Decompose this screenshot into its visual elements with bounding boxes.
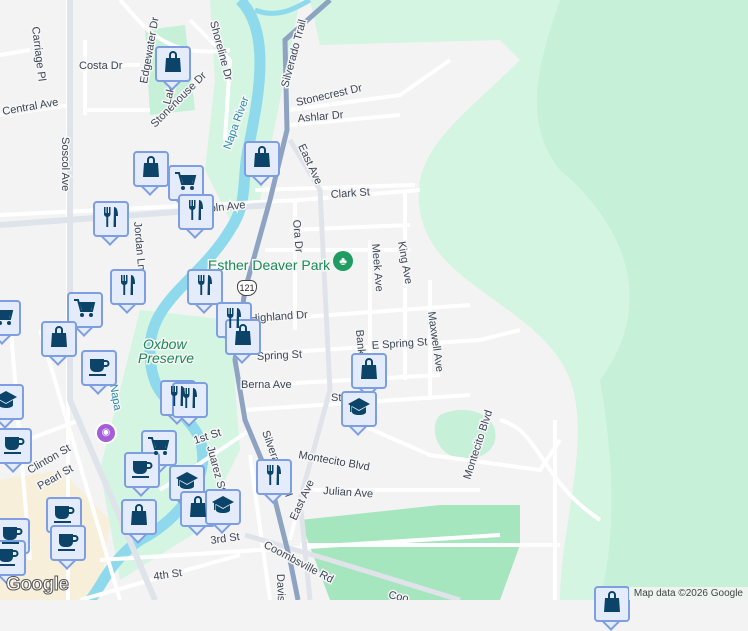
shopping-icon xyxy=(600,590,624,619)
school-marker[interactable] xyxy=(341,391,377,436)
shopping-icon xyxy=(139,155,163,184)
restaurant-marker[interactable] xyxy=(172,382,208,427)
label-4th-st: 4th St xyxy=(153,567,183,583)
label-bank: Bank xyxy=(353,329,367,356)
google-logo: Google xyxy=(5,574,69,596)
marker-box xyxy=(351,353,387,389)
marker-box xyxy=(205,489,241,525)
restaurant-icon xyxy=(193,273,217,302)
shopping-marker[interactable] xyxy=(121,499,157,544)
marker-box xyxy=(121,499,157,535)
shopping-marker[interactable] xyxy=(41,321,77,366)
marker-box xyxy=(155,46,191,82)
marker-box xyxy=(256,459,292,495)
label-berna-ave: Berna Ave xyxy=(241,379,292,391)
grocery-icon xyxy=(0,304,15,333)
label-east-ave-north: East Ave xyxy=(295,142,324,186)
restaurant-icon xyxy=(116,273,140,302)
restaurant-icon xyxy=(99,205,123,234)
marker-box xyxy=(225,319,261,355)
shopping-icon xyxy=(357,357,381,386)
marker-box xyxy=(341,391,377,427)
marker-box xyxy=(110,269,146,305)
label-carriage-pl: Carriage Pl xyxy=(29,26,48,82)
marker-box xyxy=(244,141,280,177)
label-spring-st: Spring St xyxy=(257,349,303,363)
marker-box xyxy=(172,382,208,418)
label-preserve: Preserve xyxy=(138,350,194,366)
shopping-marker[interactable] xyxy=(244,141,280,186)
restaurant-icon xyxy=(184,198,208,227)
shopping-marker[interactable] xyxy=(133,151,169,196)
label-soscol-ave: Soscol Ave xyxy=(59,137,71,191)
school-icon xyxy=(211,493,235,522)
marker-box xyxy=(0,300,21,336)
restaurant-marker[interactable] xyxy=(93,201,129,246)
restaurant-marker[interactable] xyxy=(256,459,292,504)
park-tree-icon[interactable]: ♣ xyxy=(333,251,353,271)
restaurant-marker[interactable] xyxy=(178,194,214,239)
school-icon xyxy=(347,395,371,424)
label-jordan-ln: Jordan Ln xyxy=(131,221,147,271)
shopping-icon xyxy=(47,325,71,354)
label-st: St xyxy=(331,392,341,404)
marker-box xyxy=(133,151,169,187)
restaurant-icon xyxy=(178,386,202,415)
shopping-icon xyxy=(231,323,255,352)
marker-box xyxy=(50,525,86,561)
marker-box xyxy=(0,384,24,420)
label-julian-ave: Julian Ave xyxy=(323,485,374,500)
marker-box xyxy=(93,201,129,237)
cafe-icon xyxy=(130,456,154,485)
route-121-shield: 121 xyxy=(237,280,257,296)
marker-box xyxy=(178,194,214,230)
map-attribution[interactable]: Map data ©2026 Google xyxy=(628,587,748,600)
label-king-ave: King Ave xyxy=(395,240,414,285)
label-esther-deaver-park: Esther Deaver Park xyxy=(208,257,331,273)
cafe-icon xyxy=(0,544,20,573)
cafe-icon xyxy=(2,432,26,461)
restaurant-marker[interactable] xyxy=(110,269,146,314)
school-marker[interactable] xyxy=(0,384,24,429)
label-clark-st: Clark St xyxy=(330,186,370,201)
cafe-marker[interactable] xyxy=(50,525,86,570)
label-costa-dr: Costa Dr xyxy=(79,60,123,72)
cafe-marker[interactable] xyxy=(0,428,32,473)
cafe-marker[interactable] xyxy=(81,350,117,395)
camera-icon[interactable]: ◉ xyxy=(95,422,117,444)
shopping-marker[interactable] xyxy=(225,319,261,364)
label-central-ave: Central Ave xyxy=(1,96,59,118)
cafe-icon xyxy=(56,529,80,558)
shopping-marker[interactable] xyxy=(155,46,191,91)
marker-box xyxy=(0,428,32,464)
label-e-spring-st: E Spring St xyxy=(371,336,427,352)
marker-box xyxy=(81,350,117,386)
cafe-marker[interactable] xyxy=(124,452,160,497)
shopping-icon xyxy=(127,503,151,532)
cafe-icon xyxy=(87,354,111,383)
grocery-marker[interactable] xyxy=(0,300,21,345)
school-marker[interactable] xyxy=(205,489,241,534)
restaurant-icon xyxy=(262,463,286,492)
marker-box xyxy=(41,321,77,357)
marker-box xyxy=(594,586,630,622)
shopping-marker[interactable] xyxy=(594,586,630,631)
school-icon xyxy=(0,388,18,417)
shopping-icon xyxy=(161,50,185,79)
label-davis: Davis xyxy=(274,574,287,600)
marker-box xyxy=(187,269,223,305)
shopping-icon xyxy=(250,145,274,174)
